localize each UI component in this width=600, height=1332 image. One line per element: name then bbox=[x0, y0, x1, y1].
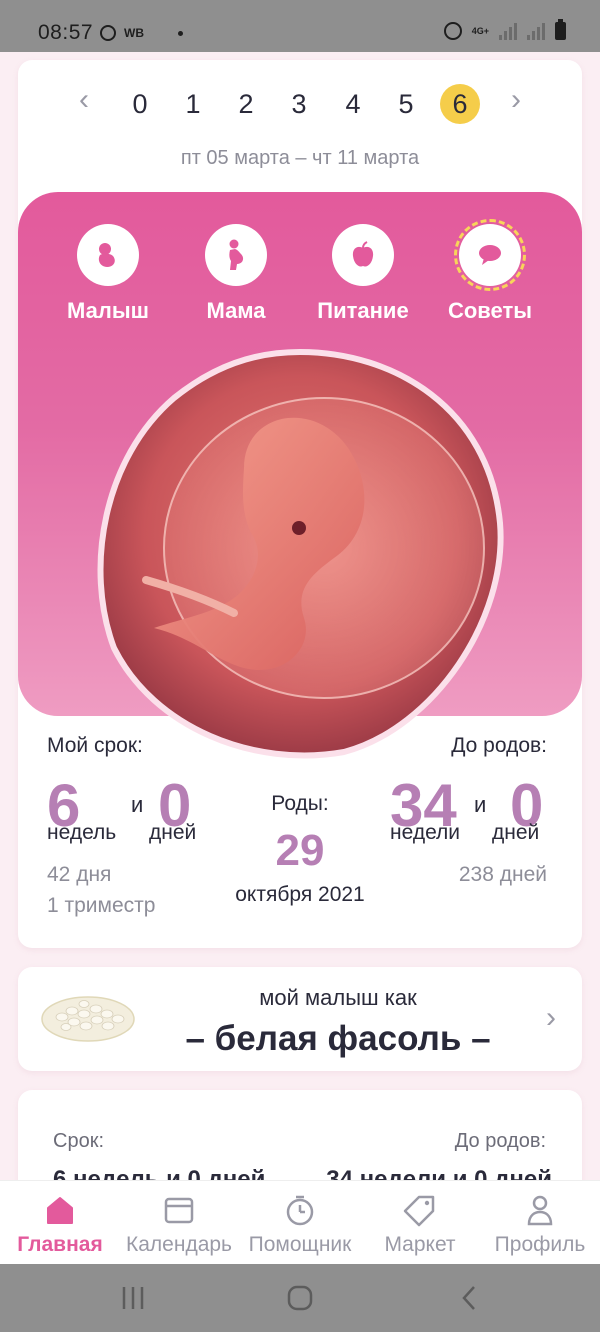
baby-size-title: – белая фасоль – bbox=[185, 1019, 491, 1058]
alarm-icon bbox=[443, 22, 462, 40]
week-3[interactable]: 3 bbox=[279, 84, 319, 124]
nav-market[interactable]: Маркет bbox=[374, 1193, 466, 1257]
date-range: пт 05 марта – чт 11 марта bbox=[180, 147, 420, 169]
tag-icon bbox=[403, 1195, 435, 1227]
selected-ring bbox=[454, 219, 526, 291]
my-term-label: Мой срок: bbox=[47, 734, 143, 757]
nav-home[interactable]: Главная bbox=[8, 1193, 112, 1257]
recent-apps-icon[interactable] bbox=[120, 1284, 148, 1312]
until-weeks-unit: недели bbox=[390, 821, 461, 844]
back-icon[interactable] bbox=[456, 1284, 484, 1312]
status-right-icons: 4G+ bbox=[443, 19, 566, 40]
category-label: Мама bbox=[206, 298, 266, 323]
week-4[interactable]: 4 bbox=[333, 84, 373, 124]
carrier-label: WB bbox=[124, 26, 144, 40]
until-and-label: и bbox=[474, 792, 487, 817]
week-selector: ‹ 0 1 2 3 4 5 6 › bbox=[0, 82, 600, 126]
category-label: Малыш bbox=[67, 298, 149, 323]
notification-dot-icon bbox=[178, 30, 183, 36]
week-2[interactable]: 2 bbox=[226, 84, 266, 124]
category-label: Питание bbox=[317, 298, 409, 323]
nav-assistant[interactable]: Помощник bbox=[241, 1193, 359, 1257]
signal-icon bbox=[499, 22, 517, 40]
chat-bubble-icon bbox=[459, 224, 521, 286]
nav-label: Помощник bbox=[248, 1233, 352, 1256]
summary-term-label: Срок: bbox=[53, 1130, 104, 1152]
calendar-icon bbox=[164, 1197, 194, 1224]
nav-profile[interactable]: Профиль bbox=[488, 1193, 592, 1257]
battery-icon bbox=[555, 19, 566, 40]
sync-icon bbox=[100, 25, 116, 41]
category-mom[interactable]: Мама bbox=[174, 224, 298, 324]
baby-icon bbox=[77, 224, 139, 286]
status-left-icons: WB bbox=[100, 25, 183, 41]
system-navigation-bar bbox=[0, 1264, 600, 1332]
week-0[interactable]: 0 bbox=[120, 84, 160, 124]
category-nutrition[interactable]: Питание bbox=[301, 224, 425, 324]
next-week-chevron-icon[interactable]: › bbox=[504, 85, 528, 115]
white-beans-image bbox=[41, 996, 135, 1042]
embryo-illustration bbox=[97, 348, 504, 759]
nav-label: Профиль bbox=[494, 1233, 586, 1256]
week-5[interactable]: 5 bbox=[386, 84, 426, 124]
status-time: 08:57 bbox=[38, 21, 94, 44]
timer-icon bbox=[286, 1195, 314, 1226]
baby-size-subtitle: мой малыш как bbox=[259, 985, 417, 1010]
signal-2-icon bbox=[527, 22, 545, 40]
until-birth-label: До родов: bbox=[451, 734, 547, 757]
home-button-icon[interactable] bbox=[286, 1284, 314, 1312]
network-type: 4G+ bbox=[471, 25, 489, 36]
profile-icon bbox=[527, 1195, 553, 1226]
category-tips[interactable]: Советы bbox=[428, 219, 552, 324]
status-bar: 08:57 WB 4G+ bbox=[0, 0, 600, 52]
pregnant-woman-icon bbox=[205, 224, 267, 286]
chevron-right-icon: › bbox=[546, 1001, 556, 1034]
category-baby[interactable]: Малыш bbox=[46, 224, 170, 324]
summary-until-label: До родов: bbox=[454, 1130, 546, 1152]
category-label: Советы bbox=[447, 298, 533, 323]
week-6-selected[interactable]: 6 bbox=[440, 84, 480, 124]
until-days-unit: дней bbox=[492, 821, 540, 844]
week-1[interactable]: 1 bbox=[173, 84, 213, 124]
bottom-navigation: Главная Календарь Помощник Маркет Профил… bbox=[0, 1180, 600, 1264]
nav-calendar[interactable]: Календарь bbox=[120, 1193, 238, 1257]
home-icon bbox=[47, 1197, 73, 1224]
baby-size-card[interactable]: мой малыш как – белая фасоль – › bbox=[18, 967, 582, 1071]
nav-label: Календарь bbox=[126, 1233, 232, 1256]
nav-label: Маркет bbox=[384, 1233, 456, 1256]
nav-label: Главная bbox=[17, 1233, 103, 1256]
prev-week-chevron-icon[interactable]: ‹ bbox=[72, 85, 96, 115]
until-total-days: 238 дней bbox=[458, 863, 547, 886]
apple-icon bbox=[332, 224, 394, 286]
